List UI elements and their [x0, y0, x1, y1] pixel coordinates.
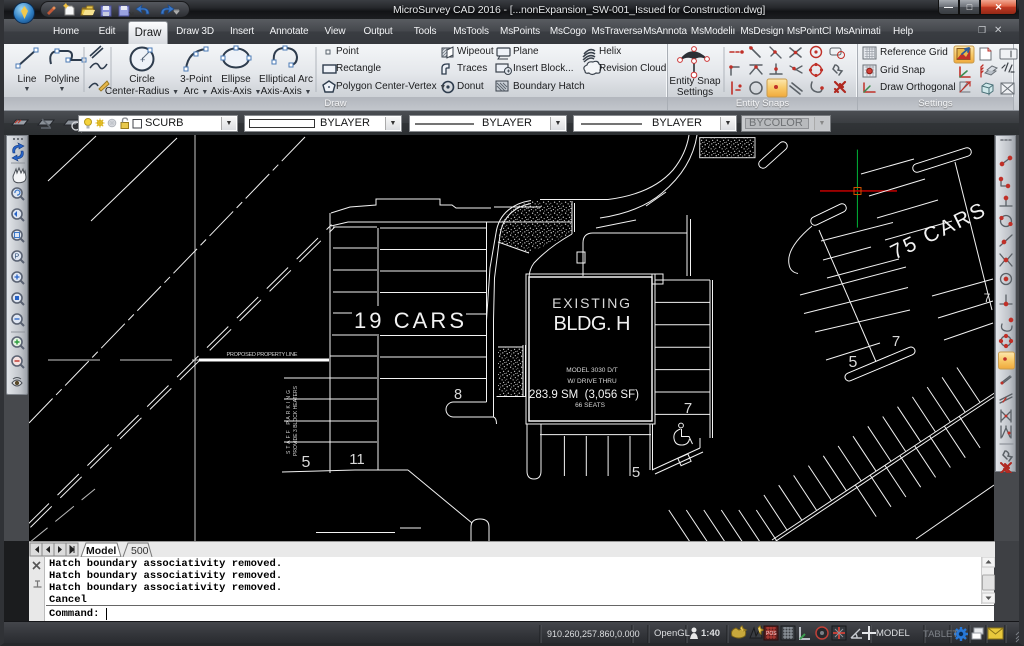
svg-text:EXISTING: EXISTING	[552, 295, 632, 311]
svg-text:7: 7	[684, 400, 692, 417]
svg-text:8: 8	[454, 387, 462, 403]
svg-text:W/ DRIVE THRU: W/ DRIVE THRU	[567, 378, 617, 385]
svg-text:POS: POS	[766, 631, 777, 637]
svg-text:Model: Model	[86, 545, 116, 557]
svg-text:PROVIDE 3 BLOCK HEATERS: PROVIDE 3 BLOCK HEATERS	[293, 385, 299, 456]
svg-text:5: 5	[632, 464, 640, 481]
svg-text:66 SEATS: 66 SEATS	[575, 402, 606, 409]
svg-text:7: 7	[892, 333, 900, 350]
svg-text:5: 5	[302, 454, 311, 471]
svg-text:75 CARS: 75 CARS	[887, 199, 989, 264]
svg-text:STAFF PARKING: STAFF PARKING	[286, 390, 292, 454]
svg-text:283.9 SM (3,056 SF): 283.9 SM (3,056 SF)	[529, 389, 639, 401]
svg-text:PROPOSED PROPERTY LINE: PROPOSED PROPERTY LINE	[227, 352, 298, 358]
svg-text:MODEL 3030 D/T: MODEL 3030 D/T	[566, 367, 617, 374]
svg-text:5: 5	[849, 354, 858, 371]
svg-text:11: 11	[349, 451, 365, 468]
svg-text:P: P	[15, 254, 20, 261]
svg-text:BLDG. H: BLDG. H	[554, 313, 631, 335]
svg-text:7: 7	[984, 291, 991, 305]
svg-text:500: 500	[131, 545, 149, 557]
